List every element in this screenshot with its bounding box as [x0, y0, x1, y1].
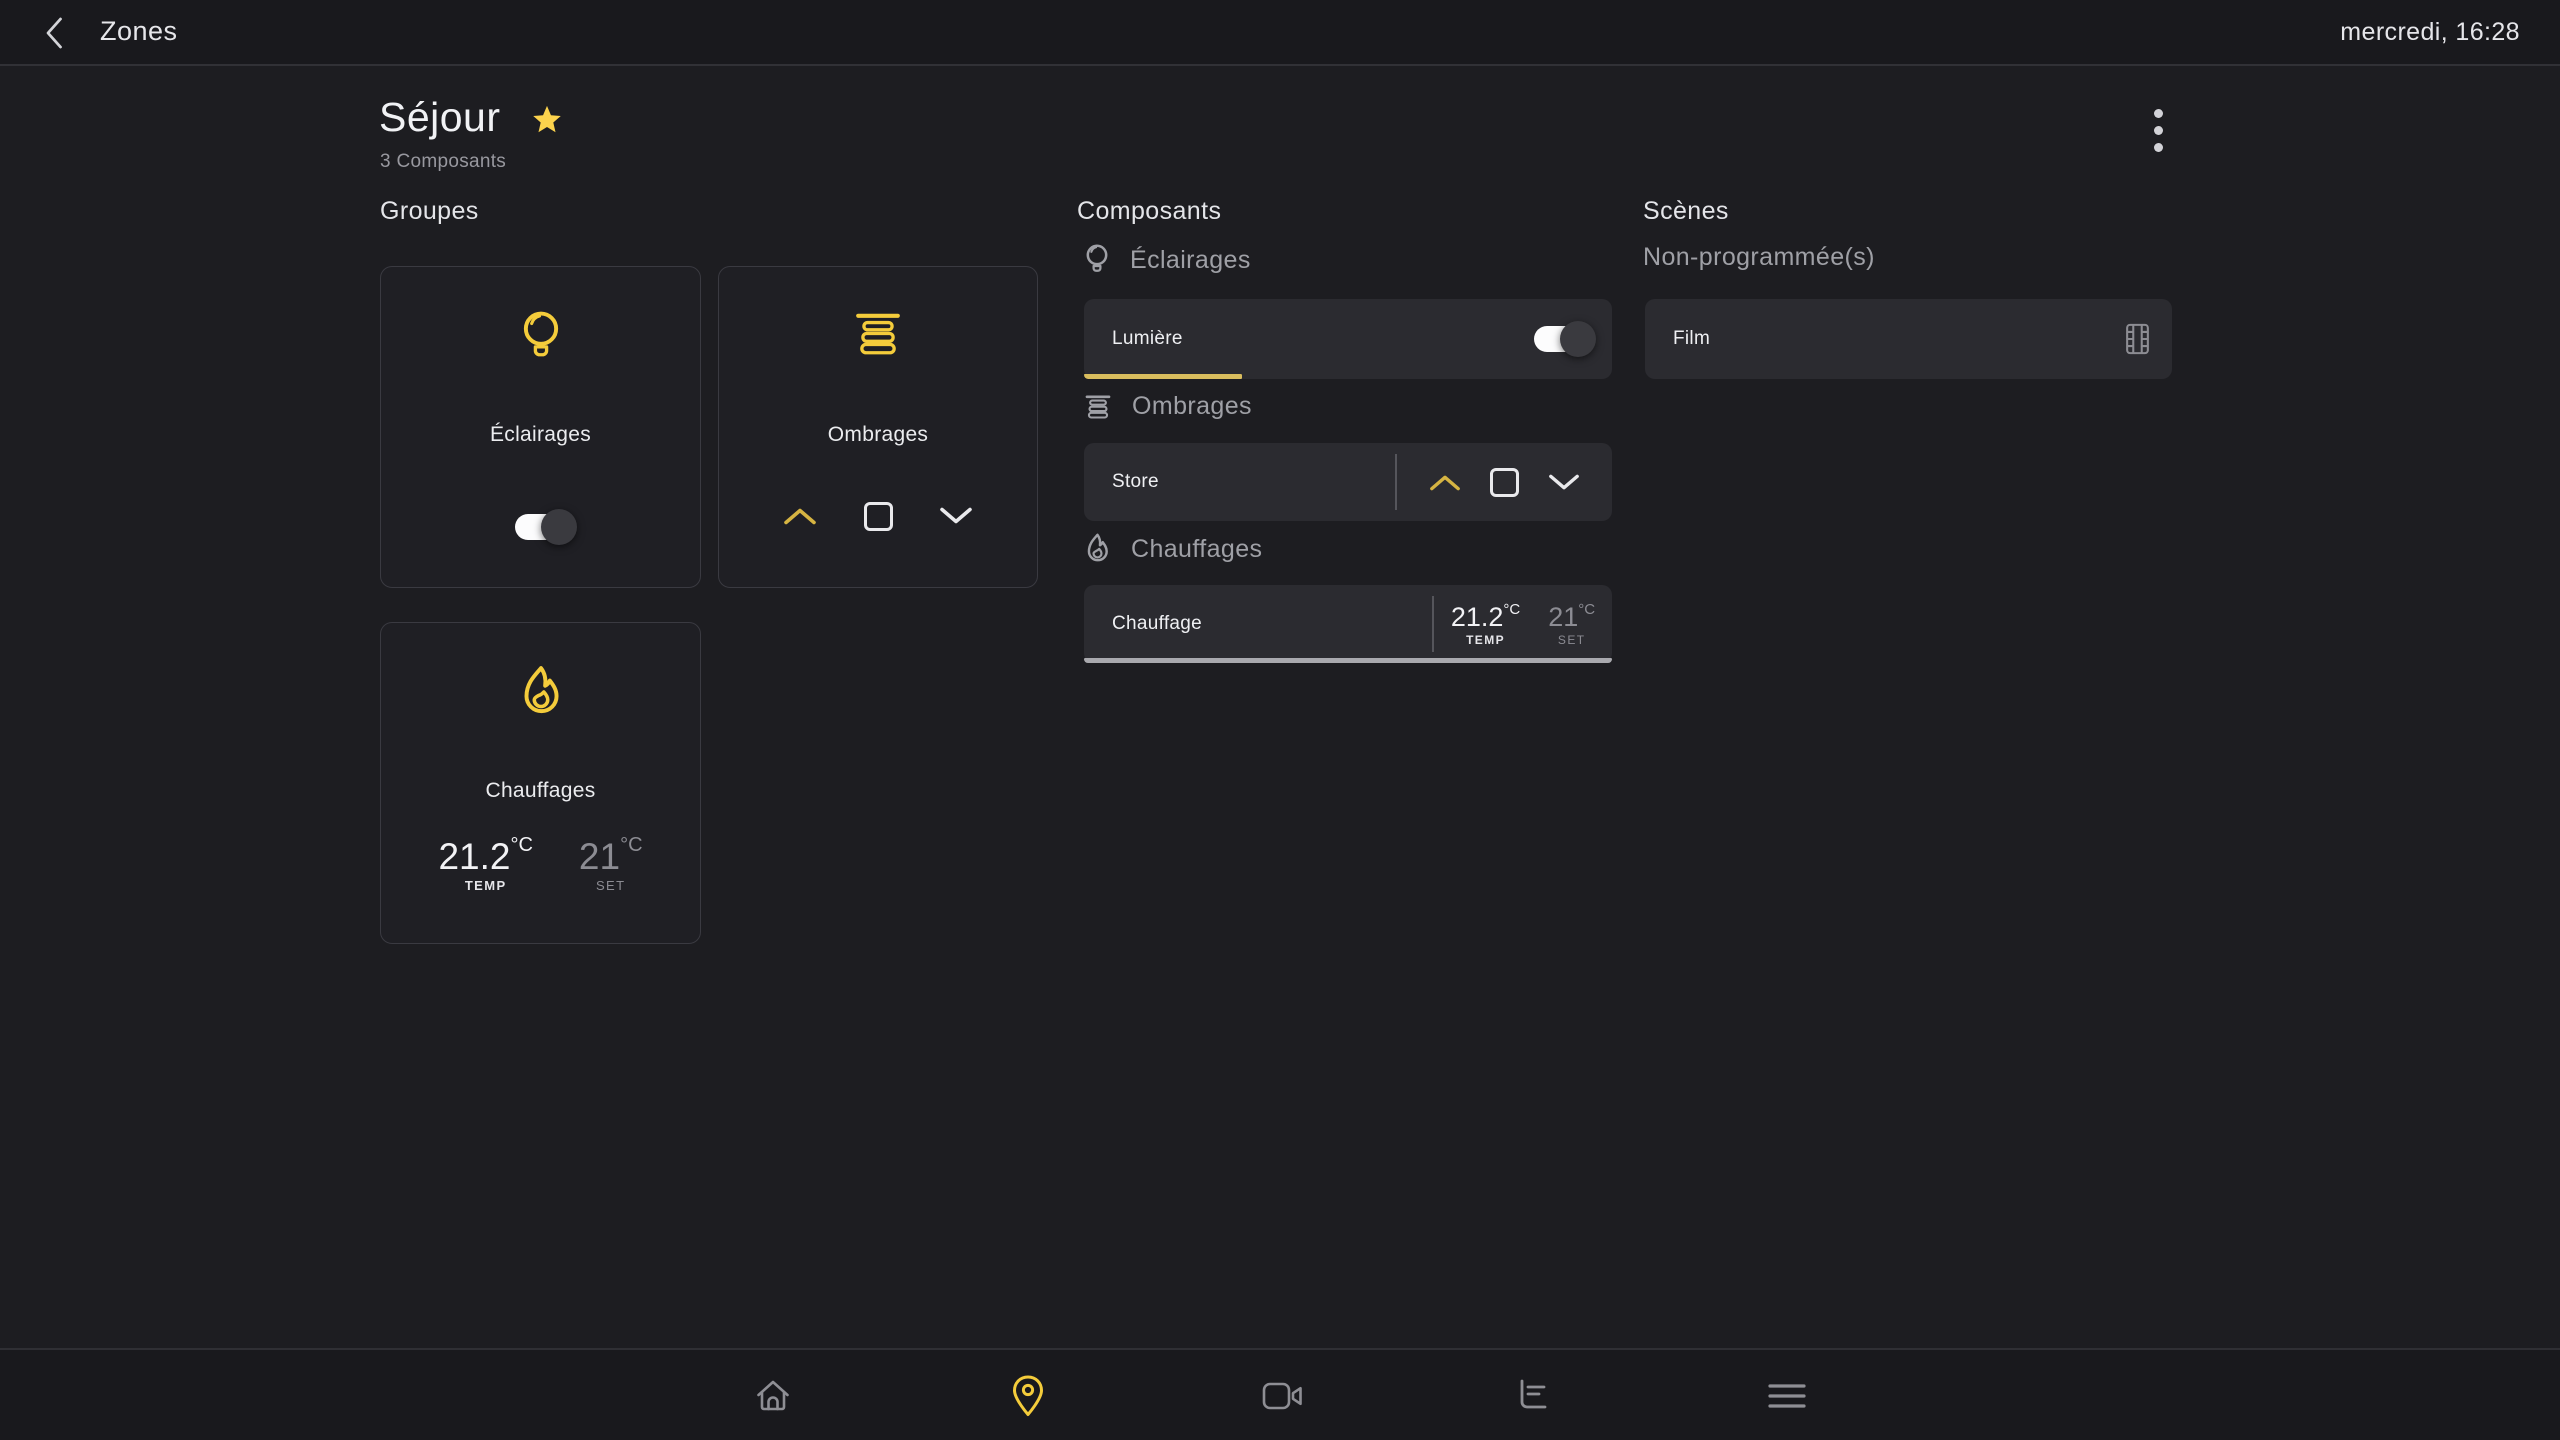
- chevron-down-icon: [1548, 473, 1580, 492]
- shade-stop-button[interactable]: [1485, 465, 1525, 499]
- scene-row-film[interactable]: Film: [1645, 299, 2172, 379]
- component-row-light[interactable]: Lumière: [1084, 299, 1612, 379]
- zone-detail-screen: Zones mercredi, 16:28 Séjour 3 Composant…: [0, 0, 2560, 1440]
- group-card-label: Ombrages: [719, 423, 1037, 447]
- components-column-title: Composants: [1077, 197, 1221, 226]
- component-name: Lumière: [1112, 328, 1183, 350]
- chevron-down-icon: [939, 506, 973, 526]
- more-menu-button[interactable]: [2143, 102, 2173, 158]
- hamburger-menu-icon: [1767, 1382, 1807, 1410]
- chevron-up-icon: [1429, 473, 1461, 492]
- temperature-readout: 21.2°C TEMP: [1451, 602, 1520, 647]
- shades-up-button[interactable]: [780, 499, 820, 533]
- section-header-lights: Éclairages: [1084, 243, 1251, 277]
- heating-status-bar: [1084, 658, 1612, 663]
- scenes-group-label: Non-programmée(s): [1643, 243, 1875, 272]
- stop-square-icon: [864, 502, 893, 531]
- groups-column-title: Groupes: [380, 197, 479, 226]
- chevron-up-icon: [783, 506, 817, 526]
- setpoint-readout: 21°C SET: [579, 835, 643, 893]
- home-icon: [754, 1377, 792, 1415]
- nav-zones-button[interactable]: [996, 1364, 1060, 1428]
- shade-down-button[interactable]: [1544, 465, 1584, 499]
- component-name: Store: [1112, 471, 1159, 493]
- section-title: Chauffages: [1131, 535, 1262, 564]
- group-card-lights[interactable]: Éclairages: [380, 266, 701, 588]
- dimmer-level-bar: [1084, 374, 1242, 379]
- scenes-column-title: Scènes: [1643, 197, 1729, 226]
- nav-home-button[interactable]: [741, 1364, 805, 1428]
- nav-cameras-button[interactable]: [1251, 1364, 1315, 1428]
- group-card-label: Éclairages: [381, 423, 700, 447]
- scene-name: Film: [1673, 328, 1710, 350]
- shade-up-button[interactable]: [1425, 465, 1465, 499]
- blinds-icon: [1084, 393, 1112, 421]
- nav-stats-button[interactable]: [1501, 1364, 1565, 1428]
- zone-title: Séjour: [379, 94, 501, 141]
- lights-toggle-switch[interactable]: [515, 513, 567, 541]
- location-pin-icon: [1010, 1374, 1046, 1418]
- section-title: Ombrages: [1132, 392, 1252, 421]
- section-title: Éclairages: [1130, 246, 1251, 275]
- light-toggle-switch[interactable]: [1534, 325, 1586, 353]
- blinds-icon: [719, 309, 1037, 359]
- section-header-shades: Ombrages: [1084, 392, 1252, 421]
- page-title: Zones: [100, 16, 178, 47]
- flame-icon: [381, 665, 700, 721]
- film-icon: [2125, 323, 2150, 355]
- setpoint-readout: 21°C SET: [1548, 602, 1595, 647]
- chevron-left-icon: [42, 15, 66, 51]
- section-header-heating: Chauffages: [1084, 533, 1262, 566]
- temperature-readout: 21.2°C TEMP: [438, 835, 532, 893]
- shades-down-button[interactable]: [936, 499, 976, 533]
- component-row-heating[interactable]: Chauffage 21.2°C TEMP 21°C SET: [1084, 585, 1612, 663]
- chart-icon: [1514, 1377, 1552, 1415]
- flame-icon: [1084, 533, 1111, 566]
- top-bar: Zones mercredi, 16:28: [0, 0, 2560, 66]
- video-camera-icon: [1262, 1380, 1304, 1412]
- back-button[interactable]: [34, 13, 74, 53]
- component-row-shade[interactable]: Store: [1084, 443, 1612, 521]
- zone-subtitle: 3 Composants: [380, 151, 506, 173]
- component-name: Chauffage: [1112, 613, 1202, 635]
- lightbulb-icon: [381, 309, 700, 365]
- group-card-shades[interactable]: Ombrages: [718, 266, 1038, 588]
- favorite-star-icon[interactable]: [531, 104, 563, 136]
- lightbulb-icon: [1084, 243, 1110, 277]
- bottom-nav-bar: [0, 1348, 2560, 1440]
- nav-menu-button[interactable]: [1755, 1364, 1819, 1428]
- datetime-label: mercredi, 16:28: [2340, 18, 2520, 47]
- group-card-label: Chauffages: [381, 779, 700, 803]
- shades-stop-button[interactable]: [858, 499, 898, 533]
- group-card-heating[interactable]: Chauffages 21.2°C TEMP 21°C SET: [380, 622, 701, 944]
- stop-square-icon: [1490, 468, 1519, 497]
